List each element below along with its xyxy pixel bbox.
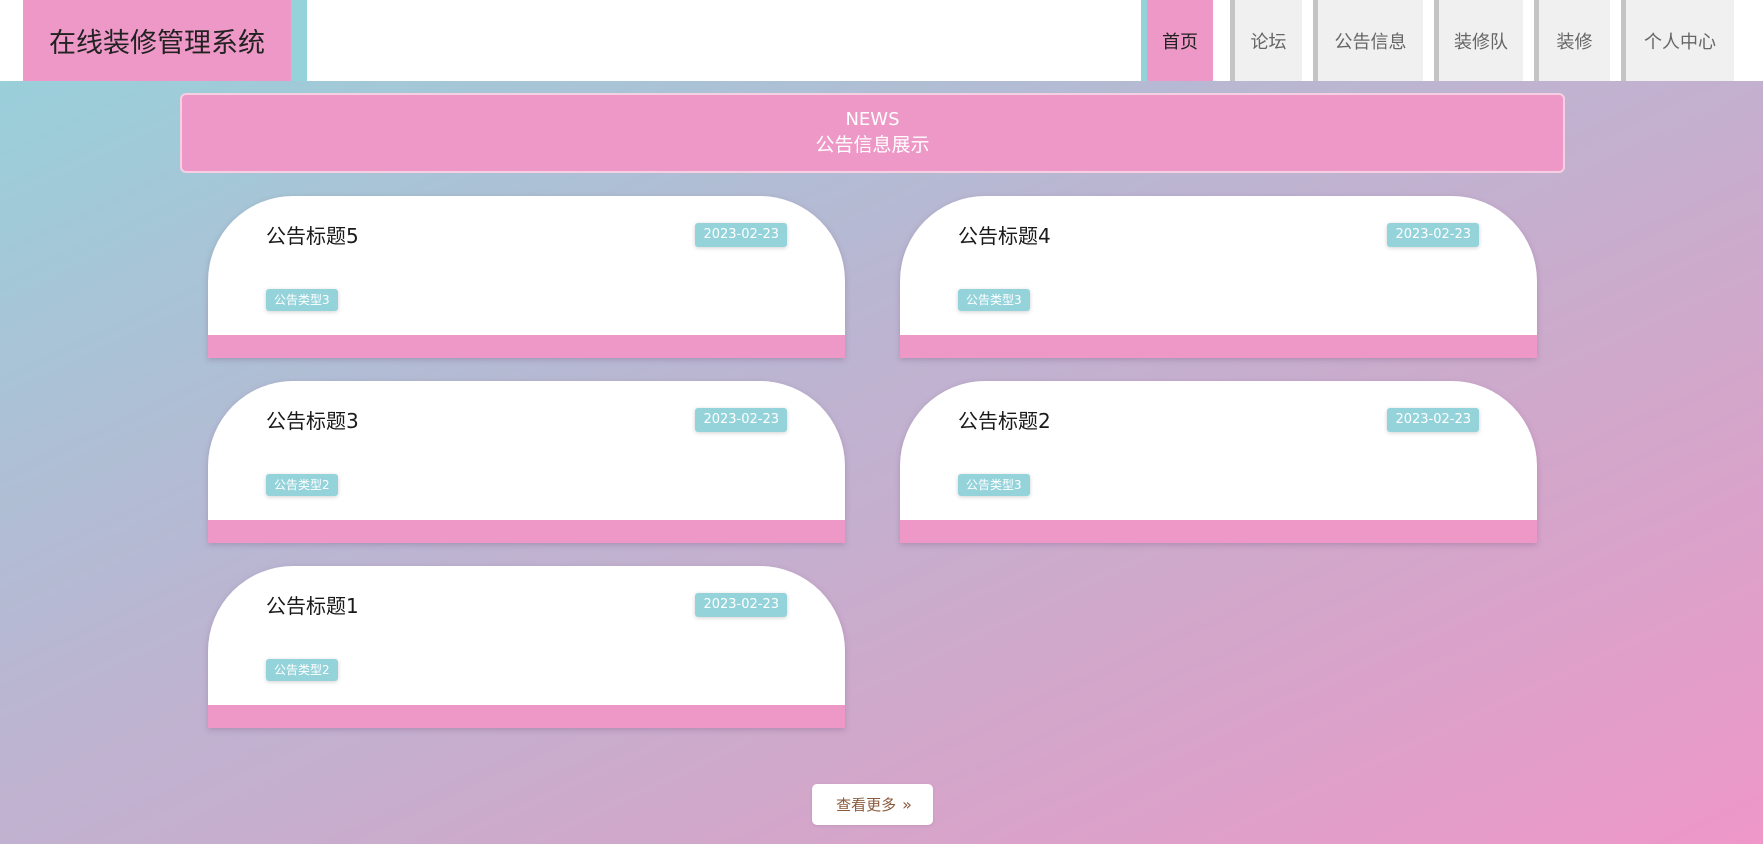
notice-title: 公告标题1	[266, 594, 359, 618]
banner-cn-title: 公告信息展示	[815, 134, 930, 156]
double-chevron-right-icon: ››	[902, 795, 912, 814]
banner-en-title: NEWS	[845, 109, 900, 130]
nav-home[interactable]: 首页	[1147, 0, 1213, 81]
notice-type-badge: 公告类型3	[266, 289, 338, 311]
notice-date-badge: 2023-02-23	[1387, 408, 1479, 432]
notice-type-badge: 公告类型3	[958, 474, 1030, 496]
notice-type-badge: 公告类型3	[958, 289, 1030, 311]
notice-card[interactable]: 公告标题2 2023-02-23 公告类型3	[900, 381, 1537, 543]
nav-forum[interactable]: 论坛	[1230, 0, 1302, 81]
notice-date-badge: 2023-02-23	[695, 223, 787, 247]
notice-date-badge: 2023-02-23	[1387, 223, 1479, 247]
notice-type-badge: 公告类型2	[266, 474, 338, 496]
card-footer-bar	[208, 335, 845, 358]
notice-card[interactable]: 公告标题4 2023-02-23 公告类型3	[900, 196, 1537, 358]
notice-title: 公告标题4	[958, 224, 1051, 248]
top-header: 在线装修管理系统 首页 论坛 公告信息 装修队 装修 个人中心	[0, 0, 1763, 81]
card-footer-bar	[900, 520, 1537, 543]
notice-card[interactable]: 公告标题1 2023-02-23 公告类型2	[208, 566, 845, 728]
view-more-button[interactable]: 查看更多 ››	[812, 784, 933, 825]
card-footer-bar	[208, 705, 845, 728]
nav-renovation[interactable]: 装修	[1534, 0, 1610, 81]
notice-card[interactable]: 公告标题5 2023-02-23 公告类型3	[208, 196, 845, 358]
notice-type-badge: 公告类型2	[266, 659, 338, 681]
brand-accent-bar	[291, 0, 307, 81]
notice-date-badge: 2023-02-23	[695, 408, 787, 432]
view-more-label: 查看更多	[836, 796, 897, 814]
site-title: 在线装修管理系统	[23, 0, 291, 81]
notice-date-badge: 2023-02-23	[695, 593, 787, 617]
notice-title: 公告标题2	[958, 409, 1051, 433]
card-footer-bar	[208, 520, 845, 543]
nav-renovation-team[interactable]: 装修队	[1434, 0, 1523, 81]
nav-announcements[interactable]: 公告信息	[1313, 0, 1423, 81]
notice-card[interactable]: 公告标题3 2023-02-23 公告类型2	[208, 381, 845, 543]
card-footer-bar	[900, 335, 1537, 358]
nav-personal-center[interactable]: 个人中心	[1621, 0, 1734, 81]
news-banner: NEWS 公告信息展示	[180, 93, 1565, 173]
notice-title: 公告标题5	[266, 224, 359, 248]
notice-title: 公告标题3	[266, 409, 359, 433]
